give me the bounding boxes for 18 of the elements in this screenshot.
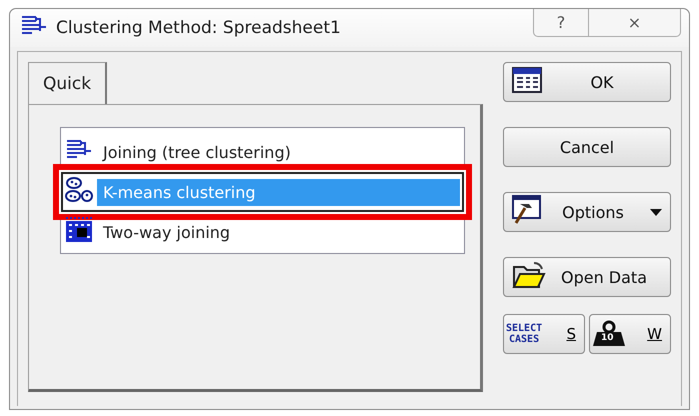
list-item[interactable]: Joining (tree clustering) — [61, 132, 464, 172]
clusters-icon — [65, 176, 93, 204]
weight-button[interactable]: 10 W — [589, 314, 671, 354]
list-item[interactable]: Two-way joining — [61, 212, 464, 252]
dialog-button[interactable]: Options — [503, 192, 671, 232]
select-cases-button[interactable]: SELECT CASES S — [503, 314, 585, 354]
folder-icon — [512, 261, 546, 289]
dialog-button[interactable]: Open Data — [503, 257, 671, 297]
window-title: Clustering Method: Spreadsheet1 — [56, 18, 341, 38]
help-button[interactable]: ? — [533, 9, 589, 37]
select-cases-icon: SELECT CASES — [506, 323, 542, 345]
spreadsheet-icon — [512, 67, 542, 93]
tab[interactable]: Quick — [28, 62, 108, 104]
grid-icon — [65, 217, 93, 243]
dialog-button[interactable]: OK — [503, 62, 671, 102]
dialog-button[interactable]: Cancel — [503, 127, 671, 167]
close-button[interactable]: × — [589, 9, 681, 37]
hammer-icon — [512, 195, 542, 225]
